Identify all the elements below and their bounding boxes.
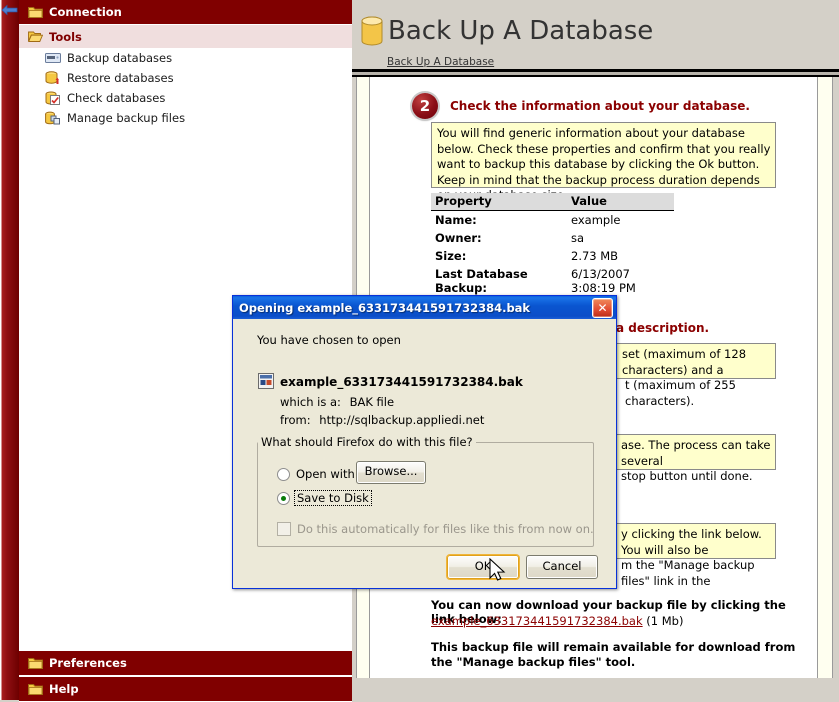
- step-2-badge: 2: [412, 93, 438, 119]
- firefox-download-dialog: Opening example_633173441591732384.bak ✕…: [232, 295, 617, 589]
- dialog-title: Opening example_633173441591732384.bak: [239, 300, 531, 315]
- sidebar-item-label: Backup databases: [67, 51, 173, 65]
- property-key: Name:: [435, 213, 477, 227]
- back-arrow-icon[interactable]: [1, 3, 18, 17]
- table-row: Name: example: [431, 211, 674, 230]
- sidebar-tools-label: Tools: [49, 29, 82, 44]
- column-header-value: Value: [567, 193, 674, 211]
- property-value: 2.73 MB: [571, 249, 619, 263]
- dialog-title-bar[interactable]: Opening example_633173441591732384.bak ✕: [233, 296, 616, 320]
- sidebar-item-preferences[interactable]: Preferences: [19, 650, 352, 676]
- sidebar-item-backup-databases[interactable]: Backup databases: [19, 48, 352, 68]
- step-3-heading: a description.: [616, 321, 710, 335]
- which-is-a-value: BAK file: [349, 395, 395, 409]
- close-icon[interactable]: ✕: [592, 298, 613, 318]
- download-file-link[interactable]: example_633173441591732384.bak: [431, 614, 643, 628]
- sidebar-item-manage-backup-files[interactable]: Manage backup files: [19, 108, 352, 128]
- sidebar-item-label: Check databases: [67, 91, 166, 105]
- dialog-body: You have chosen to open example_63317344…: [233, 319, 616, 588]
- table-header-row: Property Value: [431, 193, 674, 211]
- sidebar-section-connection[interactable]: Connection: [19, 0, 352, 25]
- chosen-to-open-label: You have chosen to open: [257, 333, 401, 347]
- sidebar-item-label: Restore databases: [67, 71, 174, 85]
- table-row: Last Database Backup: 6/13/2007 3:08:19 …: [431, 265, 674, 297]
- browse-button[interactable]: Browse...: [356, 461, 426, 484]
- page-header: Back Up A Database Back Up A Database: [352, 0, 839, 68]
- table-row: Size: 2.73 MB: [431, 247, 674, 265]
- which-is-a-label: which is a:: [280, 395, 341, 409]
- property-key: Last Database Backup:: [435, 267, 528, 295]
- step-4-note-line-1: ase. The process can take several: [621, 438, 771, 468]
- folder-icon: [28, 657, 43, 670]
- cancel-button[interactable]: Cancel: [526, 555, 598, 579]
- which-is-a-row: which is a: BAK file: [280, 395, 394, 409]
- page-title: Back Up A Database: [388, 16, 654, 46]
- property-key: Size:: [435, 249, 467, 263]
- sidebar-connection-label: Connection: [49, 5, 122, 19]
- property-value: sa: [571, 231, 585, 245]
- from-row: from: http://sqlbackup.appliedi.net: [280, 413, 484, 427]
- database-properties-table: Property Value Name: example Owner: sa S…: [431, 193, 674, 297]
- sidebar-item-restore-databases[interactable]: Restore databases: [19, 68, 352, 88]
- sidebar-section-tools[interactable]: Tools: [19, 25, 352, 49]
- download-file-row: example_633173441591732384.bak (1 Mb): [431, 614, 683, 628]
- download-footnote: This backup file will remain available f…: [431, 640, 796, 669]
- database-backup-icon: [44, 52, 62, 64]
- ok-button[interactable]: OK: [446, 554, 520, 580]
- sidebar-item-label: Help: [49, 682, 79, 696]
- property-value: 6/13/2007 3:08:19 PM: [571, 267, 636, 295]
- step-4-note-line-2: stop button until done.: [621, 469, 753, 483]
- fieldset-legend: What should Firefox do with this file?: [258, 435, 476, 449]
- step-3-note-line-1: set (maximum of 128 characters) and a: [622, 347, 747, 377]
- sidebar-item-label: Preferences: [49, 656, 127, 670]
- folder-icon: [28, 6, 43, 19]
- save-to-disk-label[interactable]: Save to Disk: [294, 490, 372, 506]
- step-2-note: You will find generic information about …: [431, 122, 776, 202]
- step-3-note-line-2: t (maximum of 255 characters).: [625, 378, 736, 408]
- from-label: from:: [280, 413, 311, 427]
- app-brand-bar: myLittleBackup for SQL Server 2000 and 2…: [0, 0, 19, 700]
- table-row: Owner: sa: [431, 229, 674, 247]
- auto-open-checkbox[interactable]: [277, 522, 291, 536]
- step-5-note-line-2: m the "Manage backup files" link in the: [621, 558, 755, 588]
- database-restore-icon: [44, 70, 62, 86]
- open-with-label[interactable]: Open with: [296, 467, 355, 481]
- step-2-heading: Check the information about your databas…: [450, 99, 750, 113]
- open-folder-icon: [28, 30, 43, 43]
- sidebar-item-label: Manage backup files: [67, 111, 186, 125]
- property-value: example: [571, 213, 621, 227]
- auto-open-checkbox-label: Do this automatically for files like thi…: [297, 522, 594, 536]
- breadcrumb[interactable]: Back Up A Database: [387, 56, 494, 68]
- manage-files-icon: [44, 111, 62, 126]
- database-check-icon: [44, 91, 62, 106]
- property-key: Owner:: [435, 231, 482, 245]
- step-5-note-line-1: y clicking the link below. You will also…: [621, 527, 762, 557]
- column-header-property: Property: [431, 193, 567, 211]
- folder-icon: [28, 683, 43, 696]
- sidebar-item-check-databases[interactable]: Check databases: [19, 88, 352, 108]
- download-file-size: (1 Mb): [646, 614, 684, 628]
- database-icon: [360, 16, 384, 49]
- open-with-radio[interactable]: [277, 468, 290, 481]
- save-to-disk-radio[interactable]: [277, 492, 290, 505]
- sidebar-item-help[interactable]: Help: [19, 676, 352, 702]
- dialog-file-name: example_633173441591732384.bak: [280, 375, 523, 389]
- file-icon: [258, 373, 274, 392]
- from-value: http://sqlbackup.appliedi.net: [319, 413, 485, 427]
